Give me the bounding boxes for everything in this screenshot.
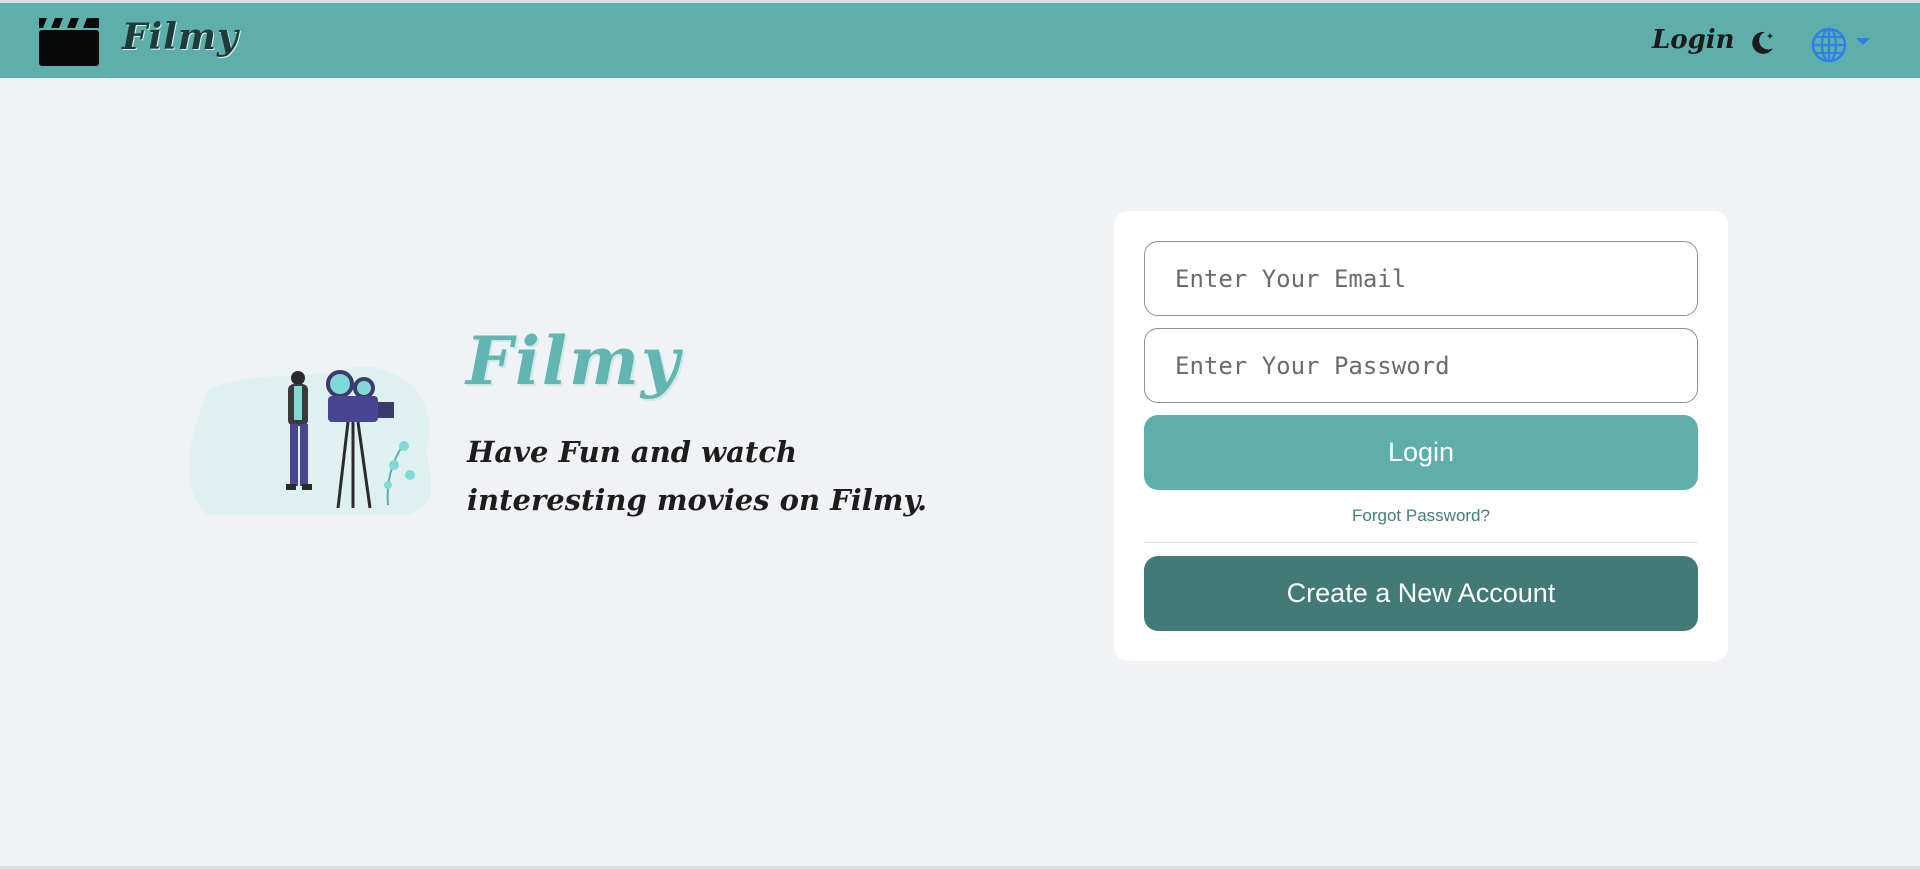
moon-icon[interactable] xyxy=(1748,29,1776,57)
forgot-password-link[interactable]: Forgot Password? xyxy=(1144,506,1698,526)
password-field[interactable] xyxy=(1144,328,1698,403)
language-dropdown[interactable] xyxy=(1810,24,1870,64)
top-navbar: Filmy Login xyxy=(0,3,1920,78)
clapperboard-icon[interactable] xyxy=(37,14,101,68)
caret-down-icon xyxy=(1856,38,1870,45)
login-card: Login Forgot Password? Create a New Acco… xyxy=(1114,211,1728,661)
create-account-button[interactable]: Create a New Account xyxy=(1144,556,1698,631)
hero-brand-logo: Filmy xyxy=(466,322,682,400)
nav-brand-logo[interactable]: Filmy xyxy=(122,16,239,58)
hero-tagline: Have Fun and watch interesting movies on… xyxy=(467,435,928,517)
globe-icon xyxy=(1811,27,1847,63)
cameraman-illustration xyxy=(189,366,432,515)
email-field[interactable] xyxy=(1144,241,1698,316)
login-button[interactable]: Login xyxy=(1144,415,1698,490)
form-divider xyxy=(1144,542,1698,543)
nav-login-link[interactable]: Login xyxy=(1652,25,1735,55)
